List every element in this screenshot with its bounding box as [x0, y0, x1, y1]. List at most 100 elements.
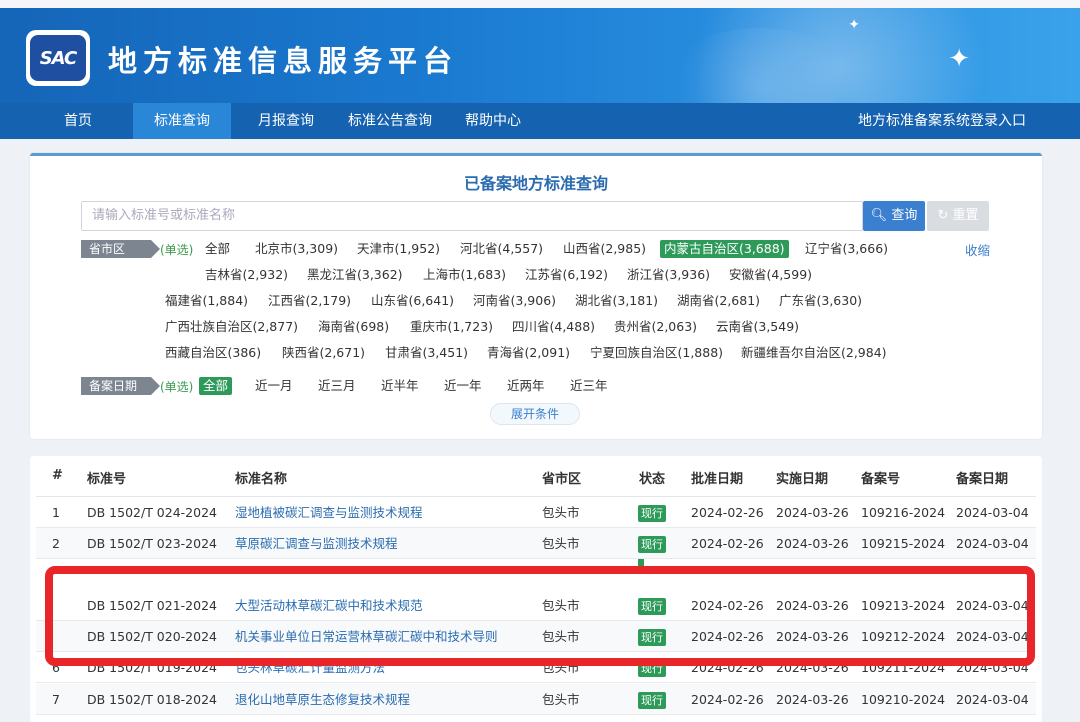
red-highlight-box [45, 566, 1035, 666]
row-index: 2 [52, 536, 60, 551]
province-option[interactable]: 天津市(1,952) [357, 240, 440, 258]
row-region: 包头市 [542, 536, 580, 551]
row-approve-date: 2024-02-26 [691, 692, 764, 707]
expand-conditions-button[interactable]: 展开条件 [490, 403, 580, 425]
province-option[interactable]: 河南省(3,906) [473, 292, 556, 310]
row-name-link[interactable]: 湿地植被碳汇调查与监测技术规程 [235, 497, 423, 528]
row-implement-date: 2024-03-26 [776, 505, 849, 520]
row-record-date: 2024-03-04 [956, 505, 1029, 520]
column-header-status[interactable]: 状态 [639, 468, 665, 487]
site-title: 地方标准信息服务平台 [108, 44, 459, 78]
row-index: 1 [52, 505, 60, 520]
table-row[interactable]: 1 DB 1502/T 024-2024 湿地植被碳汇调查与监测技术规程 包头市… [36, 497, 1036, 528]
status-badge: 现行 [638, 692, 666, 709]
province-option[interactable]: 甘肃省(3,451) [385, 344, 468, 362]
column-header-record-no[interactable]: 备案号 [861, 468, 900, 487]
province-option[interactable]: 上海市(1,683) [423, 266, 506, 284]
province-option[interactable]: 云南省(3,549) [716, 318, 799, 336]
row-code: DB 1502/T 023-2024 [87, 536, 217, 551]
column-header-record-date[interactable]: 备案日期 [956, 468, 1008, 487]
row-record-no: 109216-2024 [861, 505, 946, 520]
row-record-date: 2024-03-04 [956, 536, 1029, 551]
province-option[interactable]: 浙江省(3,936) [627, 266, 710, 284]
nav-monthly-report[interactable]: 月报查询 [246, 103, 326, 139]
sparkle-icon: ✦ [848, 17, 860, 33]
record-system-login-link[interactable]: 地方标准备案系统登录入口 [858, 103, 1026, 139]
province-option[interactable]: 重庆市(1,723) [410, 318, 493, 336]
province-option[interactable]: 新疆维吾尔自治区(2,984) [741, 344, 887, 362]
row-region: 包头市 [542, 692, 580, 707]
row-index: 7 [52, 692, 60, 707]
province-option[interactable]: 湖北省(3,181) [575, 292, 658, 310]
row-name-link[interactable]: 草原碳汇调查与监测技术规程 [235, 528, 398, 559]
province-single-select-hint: (单选) [160, 243, 194, 257]
row-name-link[interactable]: 退化山地草原生态修复技术规程 [235, 684, 410, 715]
province-option[interactable]: 全部 [205, 240, 230, 258]
province-option[interactable]: 江西省(2,179) [268, 292, 351, 310]
province-option[interactable]: 西藏自治区(386) [165, 344, 261, 362]
province-option[interactable]: 贵州省(2,063) [614, 318, 697, 336]
column-header-region[interactable]: 省市区 [542, 468, 581, 487]
site-header: ✦ ✦ SAC 地方标准信息服务平台 [0, 8, 1080, 103]
province-option[interactable]: 四川省(4,488) [512, 318, 595, 336]
province-option[interactable]: 安徽省(4,599) [729, 266, 812, 284]
table-row[interactable]: 7 DB 1502/T 018-2024 退化山地草原生态修复技术规程 包头市 … [36, 684, 1036, 715]
province-option[interactable]: 广西壮族自治区(2,877) [165, 318, 298, 336]
column-header-approve-date[interactable]: 批准日期 [691, 468, 743, 487]
row-record-no: 109215-2024 [861, 536, 946, 551]
sac-logo[interactable]: SAC [26, 30, 90, 86]
nav-announcement-query[interactable]: 标准公告查询 [338, 103, 442, 139]
province-option[interactable]: 山西省(2,985) [563, 240, 646, 258]
nav-home[interactable]: 首页 [42, 103, 114, 139]
nav-standard-query[interactable]: 标准查询 [133, 103, 231, 139]
search-panel: 已备案地方标准查询 请输入标准号或标准名称 🔍︎ 查询 ↻ 重置 省市区 (单选… [30, 153, 1042, 439]
province-filter-label: 省市区 [81, 240, 160, 258]
row-code: DB 1502/T 018-2024 [87, 692, 217, 707]
province-option[interactable]: 黑龙江省(3,362) [307, 266, 403, 284]
date-option[interactable]: 近半年 [381, 377, 419, 395]
province-option[interactable]: 北京市(3,309) [255, 240, 338, 258]
row-region: 包头市 [542, 505, 580, 520]
date-option-selected[interactable]: 全部 [199, 377, 233, 395]
province-option[interactable]: 青海省(2,091) [487, 344, 570, 362]
row-implement-date: 2024-03-26 [776, 692, 849, 707]
province-option[interactable]: 江苏省(6,192) [525, 266, 608, 284]
province-option[interactable]: 辽宁省(3,666) [805, 240, 888, 258]
date-option[interactable]: 近三年 [570, 377, 608, 395]
top-strip [0, 0, 1080, 8]
province-option[interactable]: 河北省(4,557) [460, 240, 543, 258]
table-row[interactable]: 2 DB 1502/T 023-2024 草原碳汇调查与监测技术规程 包头市 现… [36, 528, 1036, 559]
column-header-implement-date[interactable]: 实施日期 [776, 468, 828, 487]
date-option[interactable]: 近三月 [318, 377, 356, 395]
date-single-select-hint: (单选) [160, 380, 194, 394]
province-option[interactable]: 广东省(3,630) [779, 292, 862, 310]
sparkle-icon: ✦ [948, 44, 970, 74]
column-header-code[interactable]: 标准号 [87, 468, 126, 487]
collapse-link[interactable]: 收缩 [965, 240, 990, 259]
province-option-selected[interactable]: 内蒙古自治区(3,688) [660, 240, 789, 258]
column-header-name[interactable]: 标准名称 [235, 468, 287, 487]
province-option[interactable]: 陕西省(2,671) [282, 344, 365, 362]
nav-help-center[interactable]: 帮助中心 [455, 103, 531, 139]
province-option[interactable]: 山东省(6,641) [371, 292, 454, 310]
province-option[interactable]: 宁夏回族自治区(1,888) [590, 344, 723, 362]
query-button[interactable]: 🔍︎ 查询 [863, 201, 925, 231]
row-approve-date: 2024-02-26 [691, 505, 764, 520]
logo-text: SAC [30, 35, 86, 81]
search-input[interactable]: 请输入标准号或标准名称 [81, 201, 863, 231]
province-option[interactable]: 吉林省(2,932) [205, 266, 288, 284]
province-option[interactable]: 湖南省(2,681) [677, 292, 760, 310]
reset-button[interactable]: ↻ 重置 [927, 201, 989, 231]
query-button-label: 查询 [891, 208, 918, 223]
province-option[interactable]: 福建省(1,884) [165, 292, 248, 310]
date-option[interactable]: 近两年 [507, 377, 545, 395]
panel-title: 已备案地方标准查询 [463, 174, 608, 193]
row-record-date: 2024-03-04 [956, 692, 1029, 707]
province-option[interactable]: 海南省(698) [318, 318, 389, 336]
date-option[interactable]: 近一月 [255, 377, 293, 395]
status-badge: 现行 [638, 505, 666, 522]
date-option[interactable]: 近一年 [444, 377, 482, 395]
row-code: DB 1502/T 024-2024 [87, 505, 217, 520]
row-approve-date: 2024-02-26 [691, 536, 764, 551]
status-badge: 现行 [638, 536, 666, 553]
